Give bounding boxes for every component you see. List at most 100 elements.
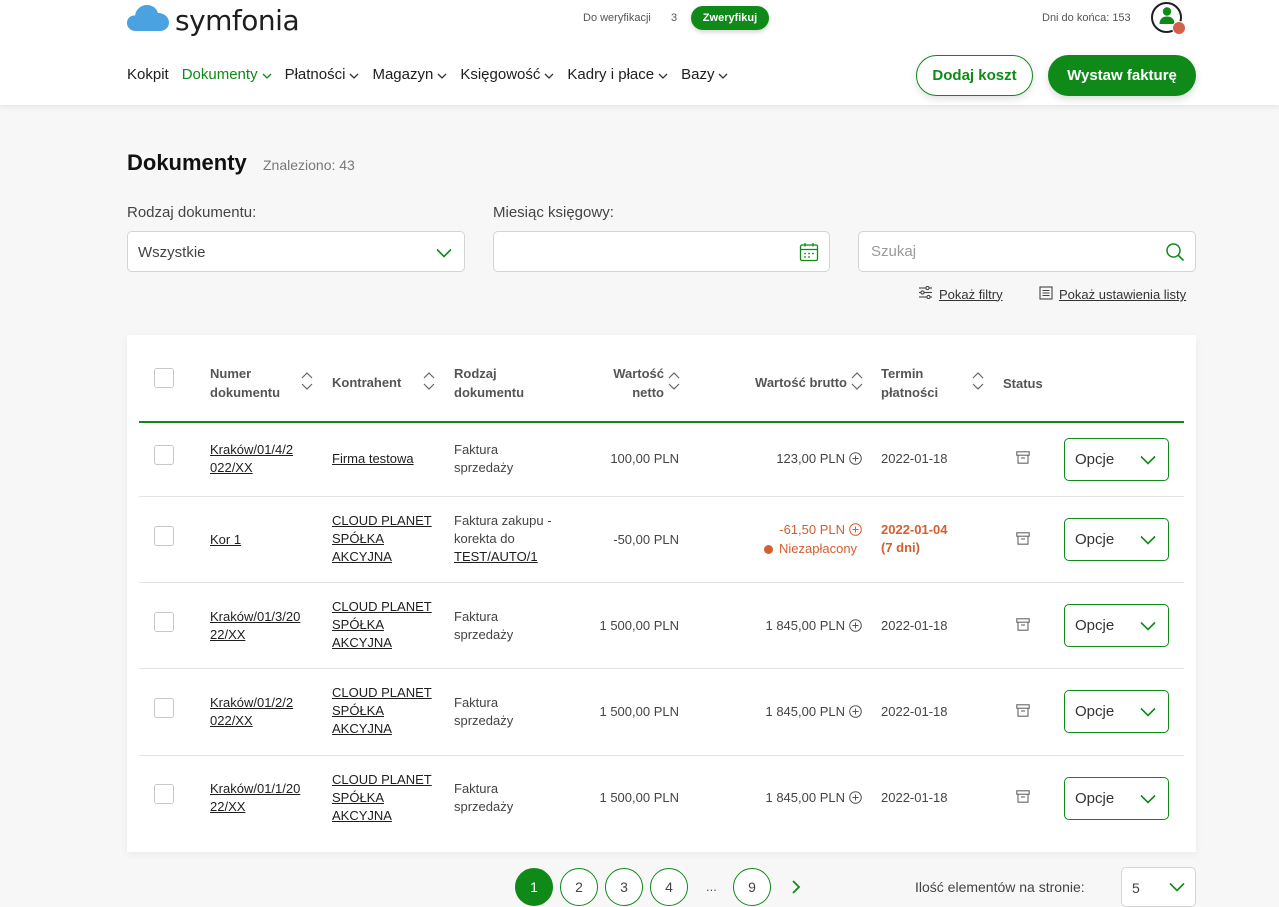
verify-button[interactable]: Zweryfikuj [691, 6, 769, 30]
plus-circle-icon[interactable] [849, 619, 862, 637]
plus-circle-icon[interactable] [849, 452, 862, 470]
per-page-value: 5 [1132, 880, 1140, 896]
options-dropdown[interactable]: Opcje [1064, 690, 1169, 733]
contractor-link[interactable]: CLOUD PLANET SPÓŁKA AKCYJNA [332, 771, 432, 825]
due-date: 2022-01-18 [881, 789, 948, 807]
sort-arrows-icon[interactable] [423, 371, 435, 396]
chevron-right-icon[interactable] [789, 878, 803, 901]
chevron-down-icon [718, 66, 728, 83]
column-header-type: Rodzaj dokumentu [454, 364, 524, 402]
archive-icon[interactable] [1016, 532, 1030, 550]
document-number-link[interactable]: Kraków/01/3/20 22/XX [210, 608, 300, 644]
archive-icon[interactable] [1016, 618, 1030, 636]
page-button-1[interactable]: 1 [515, 868, 553, 906]
text-line: Kraków/01/3/20 [210, 609, 301, 624]
options-label: Opcje [1075, 703, 1115, 720]
nav-item-kokpit[interactable]: Kokpit [127, 65, 169, 83]
header-line: Wartość [613, 366, 664, 381]
options-label: Opcje [1075, 617, 1115, 634]
page-button-3[interactable]: 3 [605, 868, 643, 906]
chevron-down-icon [1140, 791, 1156, 808]
sort-arrows-icon[interactable] [301, 371, 313, 396]
contractor-link[interactable]: CLOUD PLANET SPÓŁKA AKCYJNA [332, 684, 432, 738]
notification-dot [1172, 21, 1186, 35]
search-field [858, 231, 1196, 272]
row-checkbox[interactable] [154, 698, 174, 718]
plus-circle-icon[interactable] [849, 705, 862, 723]
document-number-link[interactable]: Kor 1 [210, 531, 241, 549]
contractor-link[interactable]: Firma testowa [332, 450, 414, 468]
column-header-net[interactable]: Wartość netto [564, 364, 664, 402]
nav-item-label: Dokumenty [181, 65, 258, 83]
header-line: dokumentu [454, 385, 525, 400]
options-dropdown[interactable]: Opcje [1064, 438, 1169, 481]
text-line: AKCYJNA [332, 549, 392, 564]
per-page-select[interactable]: 5 [1121, 867, 1196, 907]
row-checkbox[interactable] [154, 612, 174, 632]
row-checkbox[interactable] [154, 445, 174, 465]
nav-item-ksiegowosc[interactable]: Księgowość [460, 65, 554, 83]
contractor-link[interactable]: CLOUD PLANET SPÓŁKA AKCYJNA [332, 512, 432, 566]
text-line: Kraków/01/2/2 [210, 695, 294, 710]
contractor-link[interactable]: CLOUD PLANET SPÓŁKA AKCYJNA [332, 598, 432, 652]
search-input[interactable] [869, 242, 1153, 261]
show-filters-link[interactable]: Pokaż filtry [918, 285, 1003, 302]
gross-value: 1 845,00 PLN [765, 618, 845, 633]
text-line: Kraków/01/1/20 [210, 781, 301, 796]
document-number-link[interactable]: Kraków/01/1/20 22/XX [210, 780, 300, 816]
add-cost-button[interactable]: Dodaj koszt [916, 55, 1033, 96]
chevron-down-icon [1140, 452, 1156, 469]
page-button-last[interactable]: 9 [733, 868, 771, 906]
options-dropdown[interactable]: Opcje [1064, 604, 1169, 647]
app-header: symfonia Do weryfikacji 3 Zweryfikuj Dni… [0, 0, 1279, 105]
column-header-due[interactable]: Termin płatności [881, 364, 938, 402]
text-line: 22/XX [210, 799, 246, 814]
text-line: 22/XX [210, 627, 246, 642]
options-dropdown[interactable]: Opcje [1064, 518, 1169, 561]
calendar-icon[interactable] [799, 242, 819, 266]
document-type: Faktura sprzedaży [454, 694, 513, 730]
column-header-number[interactable]: Numer dokumentu [210, 364, 280, 402]
options-dropdown[interactable]: Opcje [1064, 777, 1169, 820]
page-button-2[interactable]: 2 [560, 868, 598, 906]
document-number-link[interactable]: Kraków/01/4/2 022/XX [210, 441, 293, 477]
nav-item-platnosci[interactable]: Płatności [285, 65, 360, 83]
header-divider [139, 421, 1184, 423]
column-header-gross[interactable]: Wartość brutto [727, 373, 847, 392]
sort-arrows-icon[interactable] [668, 371, 680, 396]
document-number-link[interactable]: Kraków/01/2/2 022/XX [210, 694, 293, 730]
text-line: CLOUD PLANET [332, 685, 432, 700]
row-checkbox[interactable] [154, 526, 174, 546]
sort-arrows-icon[interactable] [851, 371, 863, 396]
sort-arrows-icon[interactable] [972, 371, 984, 396]
archive-icon[interactable] [1016, 451, 1030, 469]
doc-type-select[interactable]: Wszystkie [127, 231, 465, 272]
plus-circle-icon[interactable] [849, 791, 862, 809]
text-line: SPÓŁKA [332, 531, 385, 546]
issue-invoice-button[interactable]: Wystaw fakturę [1048, 55, 1196, 96]
nav-item-kadry-i-place[interactable]: Kadry i płace [567, 65, 668, 83]
row-divider [139, 582, 1184, 583]
options-label: Opcje [1075, 790, 1115, 807]
search-icon[interactable] [1165, 242, 1185, 266]
brand-logo[interactable]: symfonia [127, 2, 300, 38]
nav-item-dokumenty[interactable]: Dokumenty [182, 65, 272, 83]
nav-item-magazyn[interactable]: Magazyn [372, 65, 447, 83]
archive-icon[interactable] [1016, 704, 1030, 722]
page-button-4[interactable]: 4 [650, 868, 688, 906]
row-checkbox[interactable] [154, 784, 174, 804]
cloud-logo-icon [127, 3, 169, 38]
corrected-document-link[interactable]: TEST/AUTO/1 [454, 548, 552, 566]
nav-item-label: Płatności [284, 65, 346, 83]
archive-icon[interactable] [1016, 790, 1030, 808]
plus-circle-icon[interactable] [849, 523, 862, 541]
due-date: 2022-01-18 [881, 703, 948, 721]
nav-item-bazy[interactable]: Bazy [681, 65, 728, 83]
show-list-settings-link[interactable]: Pokaż ustawienia listy [1039, 286, 1186, 303]
text-line: CLOUD PLANET [332, 599, 432, 614]
document-type: Faktura zakupu - korekta do TEST/AUTO/1 [454, 512, 552, 566]
month-field[interactable] [493, 231, 830, 272]
select-all-checkbox[interactable] [154, 368, 174, 388]
column-header-contractor[interactable]: Kontrahent [332, 373, 401, 392]
text-line: Faktura [454, 609, 499, 624]
